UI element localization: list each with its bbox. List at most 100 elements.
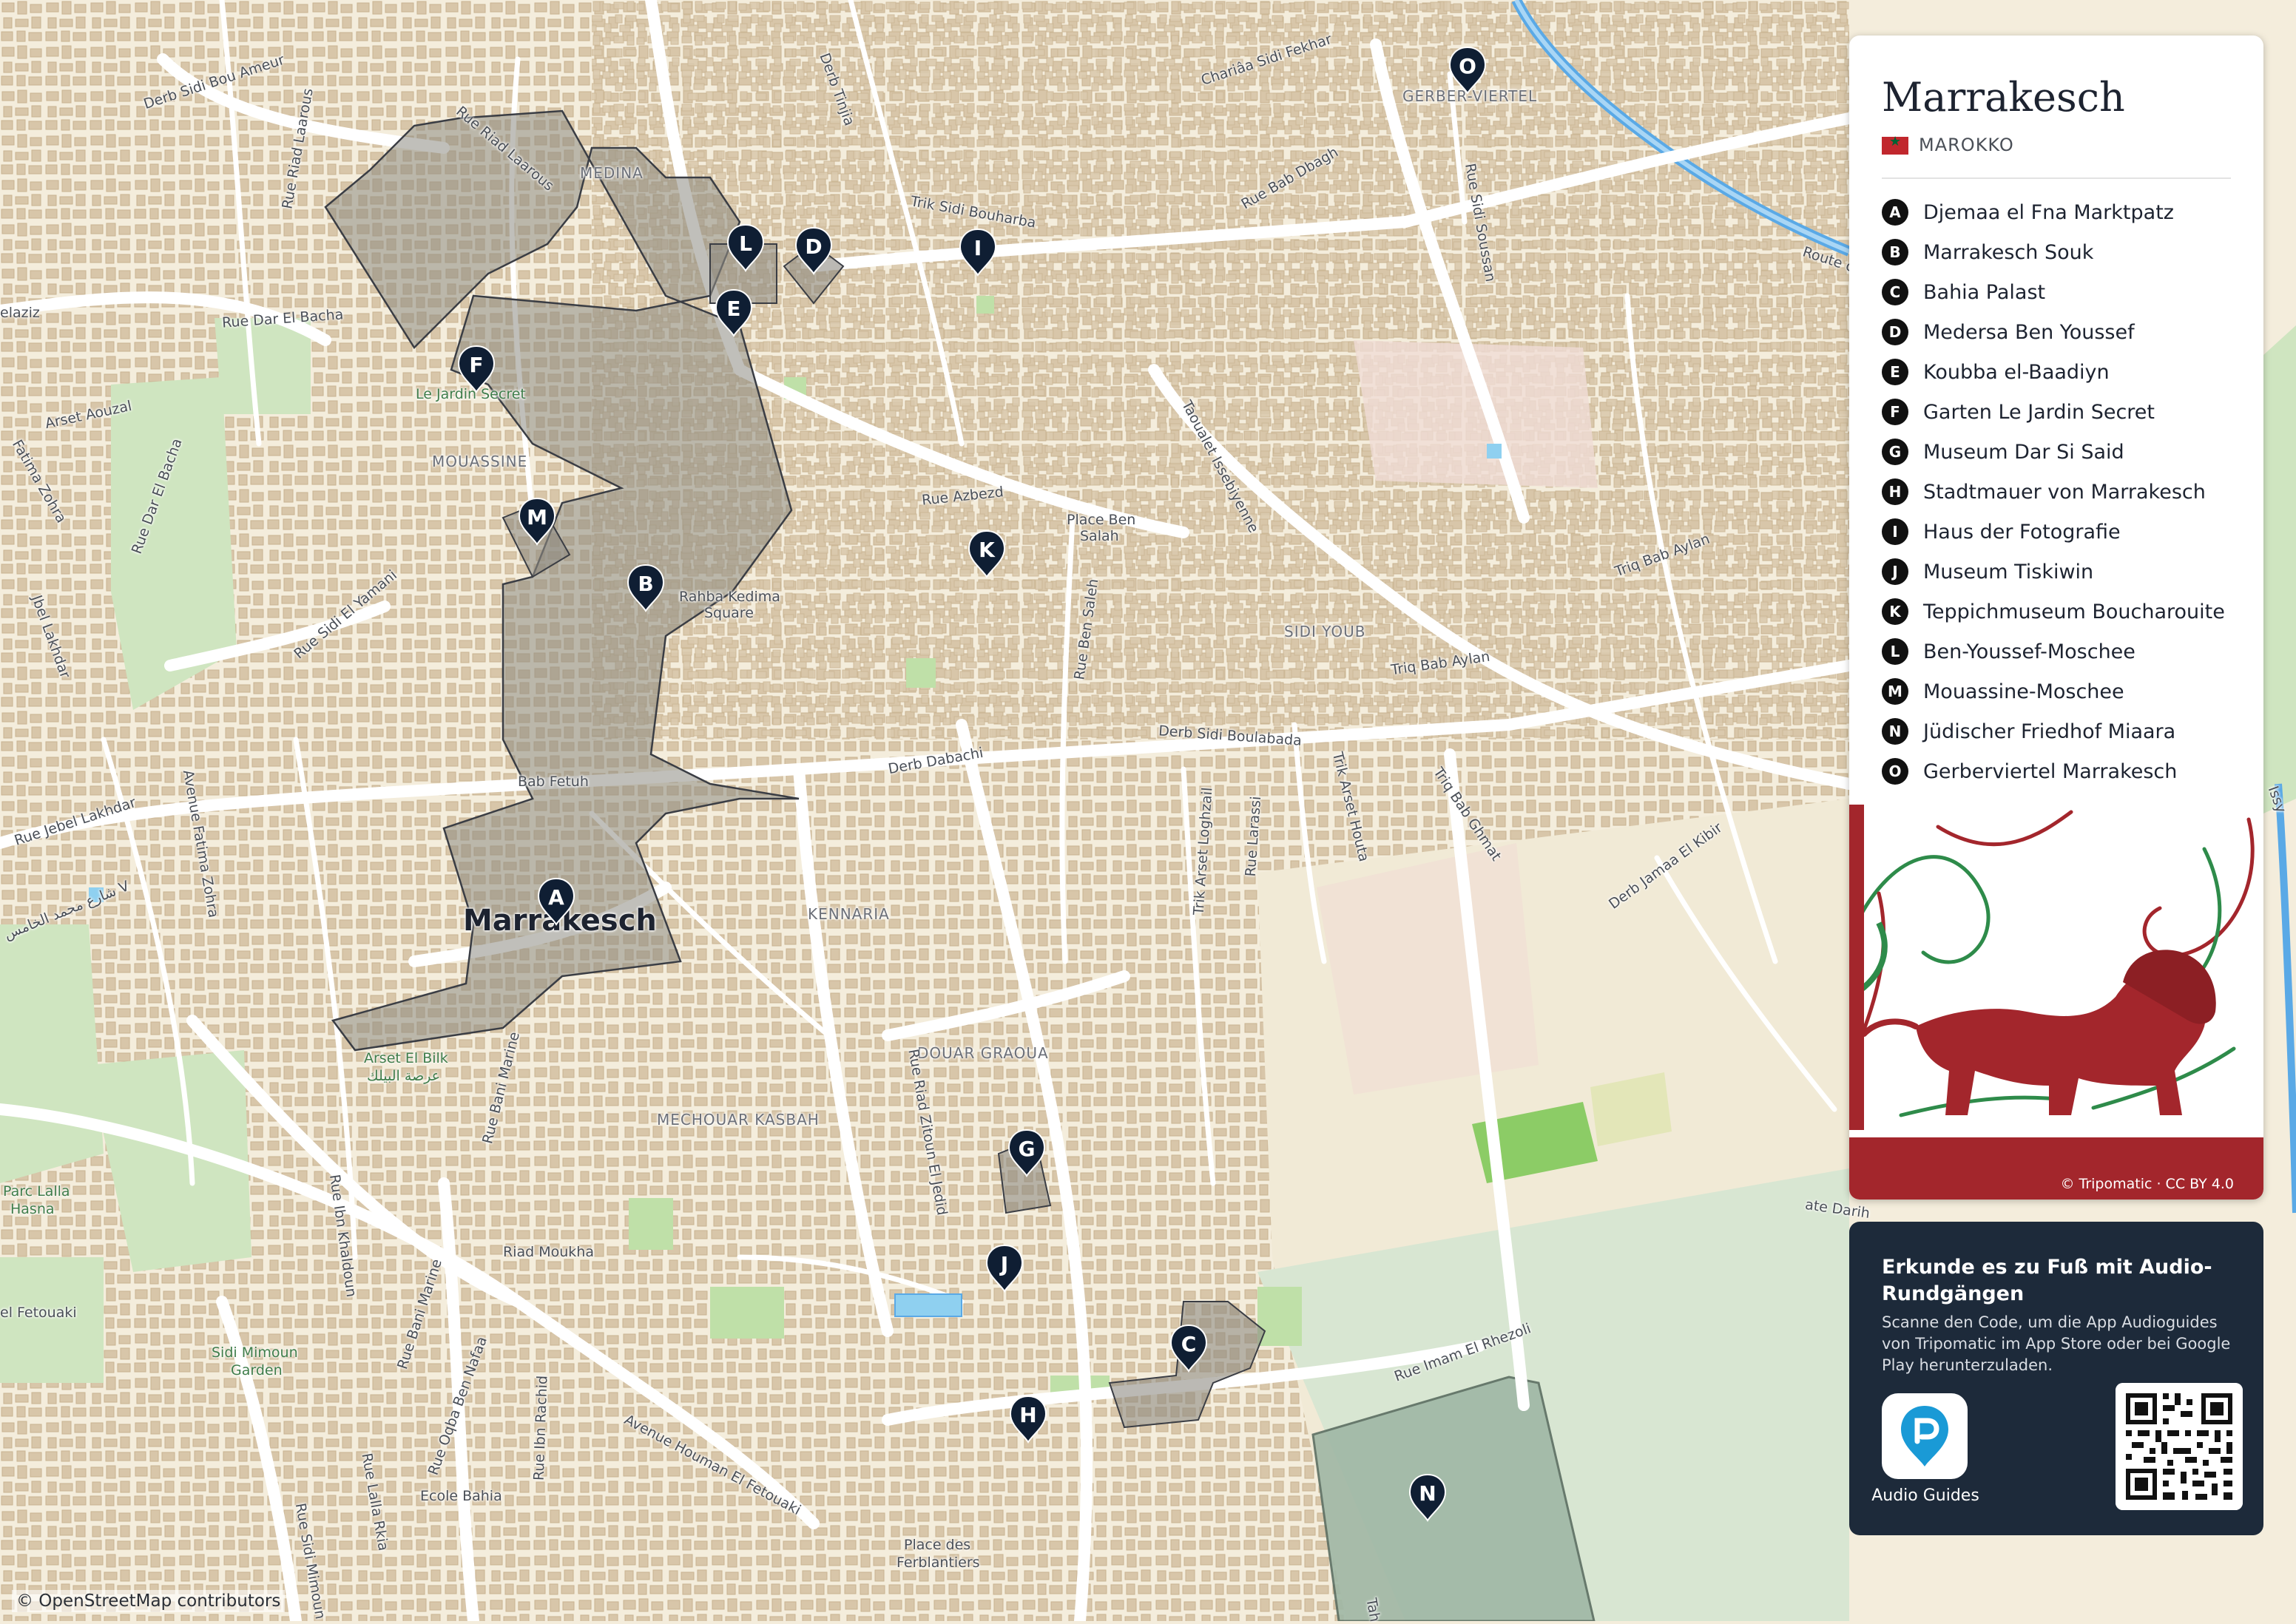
poi-list-item[interactable]: G Museum Dar Si Said (1882, 432, 2225, 472)
poi-list-item[interactable]: H Stadtmauer von Marrakesch (1882, 472, 2225, 512)
osm-attribution[interactable]: © OpenStreetMap contributors (12, 1590, 286, 1612)
label-kennaria: KENNARIA (808, 905, 890, 923)
label-place-des-ferblantiers-1: Place des (904, 1537, 971, 1553)
poi-marker-g[interactable]: G (1007, 1129, 1046, 1177)
poi-marker-g-letter: G (1018, 1137, 1036, 1161)
poi-badge: G (1882, 439, 1908, 465)
audio-guides-app-icon[interactable] (1882, 1393, 1968, 1479)
poi-badge: F (1882, 399, 1908, 425)
poi-marker-d[interactable]: D (794, 226, 833, 275)
poi-name: Gerberviertel Marrakesch (1923, 759, 2178, 783)
label-place-ben-salah-1: Place Ben (1067, 512, 1136, 528)
poi-marker-o[interactable]: O (1448, 46, 1487, 95)
poi-badge: A (1882, 199, 1908, 226)
poi-marker-f[interactable]: F (457, 345, 496, 393)
poi-list: A Djemaa el Fna Marktpatz B Marrakesch Sou… (1882, 192, 2225, 791)
art-attribution: © Tripomatic · CC BY 4.0 (2060, 1176, 2234, 1192)
app-label: Audio Guides (1871, 1486, 1979, 1505)
poi-name: Mouassine-Moschee (1923, 680, 2124, 703)
poi-name: Garten Le Jardin Secret (1923, 400, 2155, 424)
poi-list-item[interactable]: A Djemaa el Fna Marktpatz (1882, 192, 2225, 232)
poi-marker-j-letter: J (1000, 1252, 1009, 1276)
poi-marker-h[interactable]: H (1009, 1395, 1047, 1444)
poi-marker-n[interactable]: N (1408, 1473, 1447, 1522)
legend-divider (1882, 177, 2231, 179)
map-pin-icon (1901, 1406, 1948, 1466)
label-place-ben-salah-2: Salah (1080, 528, 1119, 544)
poi-badge: J (1882, 558, 1908, 585)
poi-marker-k[interactable]: K (968, 530, 1006, 578)
poi-list-item[interactable]: N Jüdischer Friedhof Miaara (1882, 711, 2225, 751)
poi-marker-c[interactable]: C (1169, 1324, 1208, 1373)
poi-list-item[interactable]: L Ben-Youssef-Moschee (1882, 632, 2225, 671)
label-mouassine: MOUASSINE (432, 453, 528, 470)
country-name: MAROKKO (1919, 135, 2014, 155)
label-parc-lalla-hasna-1: Parc Lalla (3, 1183, 70, 1200)
poi-marker-a[interactable]: A (537, 877, 575, 926)
label-arset-el-bilk: Arset El Bilk (364, 1050, 448, 1066)
poi-marker-m[interactable]: M (518, 497, 556, 546)
label-medina: MEDINA (580, 164, 644, 182)
promo-text: Scanne den Code, um die App Audioguides … (1882, 1313, 2231, 1374)
poi-list-item[interactable]: M Mouassine-Moschee (1882, 671, 2225, 711)
poi-list-item[interactable]: D Medersa Ben Youssef (1882, 312, 2225, 352)
poi-marker-e[interactable]: E (715, 288, 753, 337)
poi-name: Haus der Fotografie (1923, 520, 2121, 544)
poi-badge: M (1882, 678, 1908, 705)
poi-list-item[interactable]: E Koubba el-Baadiyn (1882, 352, 2225, 392)
label-el-fetouaki: el Fetouaki (0, 1305, 77, 1321)
poi-marker-n-letter: N (1419, 1481, 1436, 1506)
poi-list-item[interactable]: F Garten Le Jardin Secret (1882, 392, 2225, 432)
city-title: Marrakesch (1882, 74, 2125, 121)
poi-marker-f-letter: F (469, 353, 484, 377)
label-place-des-ferblantiers-2: Ferblantiers (897, 1554, 980, 1571)
poi-marker-h-letter: H (1019, 1403, 1037, 1427)
poi-badge: I (1882, 518, 1908, 545)
poi-marker-k-letter: K (979, 538, 995, 562)
morocco-flag-icon (1882, 134, 1908, 155)
label-douar-graoua: DOUAR GRAOUA (917, 1044, 1049, 1062)
poi-badge: E (1882, 359, 1908, 385)
legend-panel: Marrakesch MAROKKO A Djemaa el Fna Marktp… (1849, 35, 2263, 1200)
label-rahba-kedima-2: Square (704, 605, 754, 621)
poi-marker-c-letter: C (1181, 1332, 1197, 1356)
poi-list-item[interactable]: I Haus der Fotografie (1882, 512, 2225, 552)
label-mechouar-kasbah: MECHOUAR KASBAH (657, 1111, 820, 1129)
label-sidi-youb: SIDI YOUB (1284, 623, 1366, 640)
poi-name: Djemaa el Fna Marktpatz (1923, 200, 2174, 224)
poi-list-item[interactable]: C Bahia Palast (1882, 272, 2225, 312)
label-ecole-bahia: Ecole Bahia (420, 1488, 502, 1504)
poi-marker-o-letter: O (1459, 54, 1476, 78)
label-sidi-mimoun-garden-1: Sidi Mimoun (212, 1344, 298, 1361)
poi-marker-b[interactable]: B (627, 564, 665, 612)
poi-marker-e-letter: E (726, 297, 741, 321)
label-elaziz: elaziz (0, 305, 40, 321)
poi-marker-a-letter: A (548, 885, 564, 910)
poi-badge: K (1882, 598, 1908, 625)
poi-marker-j[interactable]: J (985, 1244, 1024, 1293)
label-parc-lalla-hasna-2: Hasna (10, 1201, 55, 1217)
label-rahba-kedima-1: Rahba Kedima (679, 589, 780, 605)
poi-list-item[interactable]: B Marrakesch Souk (1882, 232, 2225, 272)
promo-heading: Erkunde es zu Fuß mit Audio-Rundgängen (1882, 1256, 2212, 1305)
poi-name: Ben-Youssef-Moschee (1923, 640, 2135, 663)
label-riad-moukha: Riad Moukha (503, 1244, 594, 1260)
poi-list-item[interactable]: J Museum Tiskiwin (1882, 552, 2225, 592)
poi-badge: B (1882, 239, 1908, 265)
poi-list-item[interactable]: K Teppichmuseum Boucharouite (1882, 592, 2225, 632)
poi-name: Jüdischer Friedhof Miaara (1923, 720, 2176, 743)
poi-badge: N (1882, 718, 1908, 745)
label-sidi-mimoun-garden-2: Garden (231, 1362, 283, 1378)
poi-name: Teppichmuseum Boucharouite (1923, 600, 2225, 623)
poi-marker-b-letter: B (638, 572, 654, 596)
poi-badge: D (1882, 319, 1908, 345)
poi-marker-d-letter: D (805, 234, 823, 259)
poi-marker-i[interactable]: I (959, 228, 997, 277)
qr-code-icon (2116, 1383, 2243, 1510)
poi-marker-l[interactable]: L (726, 223, 765, 272)
poi-badge: O (1882, 758, 1908, 785)
qr-code[interactable] (2116, 1383, 2243, 1510)
poi-badge: H (1882, 478, 1908, 505)
label-arset-el-bilk-arabic: عرصة البيلك (367, 1068, 441, 1084)
poi-list-item[interactable]: O Gerberviertel Marrakesch (1882, 751, 2225, 791)
